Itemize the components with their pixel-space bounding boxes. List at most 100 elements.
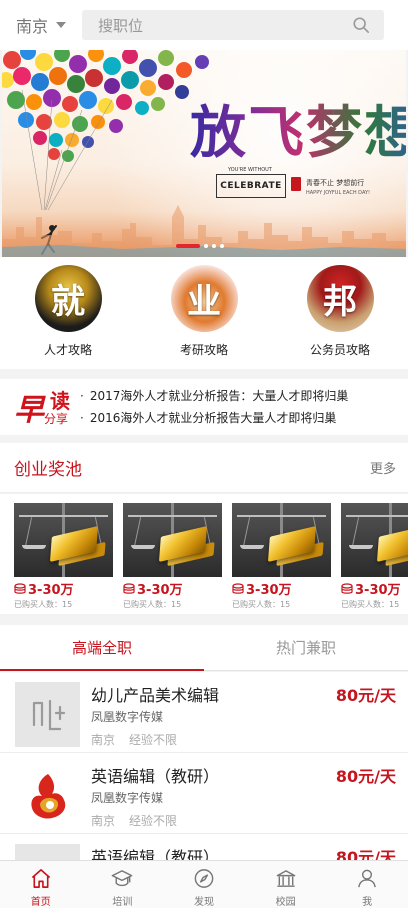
- nav-home[interactable]: 首页: [0, 861, 82, 908]
- banner-badge-top: YOU'RE WITHOUT: [228, 167, 272, 173]
- nav-label: 我: [362, 897, 373, 908]
- morning-read-logo: 早 读 分享: [0, 379, 76, 435]
- job-tabs: 高端全职 热门兼职: [0, 625, 408, 671]
- job-salary: 80元/天: [335, 767, 396, 786]
- compass-icon: [194, 869, 214, 888]
- banner-carousel[interactable]: 放飞梦想 YOU'RE WITHOUT CELEBRATE 青春不止 梦想前行 …: [2, 50, 406, 257]
- news-list: 2017海外人才就业分析报告：大量人才即将归巢 2016海外人才就业分析报告大量…: [76, 385, 349, 429]
- quick-nav-label: 人才攻略: [43, 343, 92, 357]
- search-box[interactable]: 搜职位: [82, 10, 384, 40]
- coin-stack-icon: [232, 582, 244, 594]
- nav-label: 校园: [275, 897, 296, 908]
- news-item[interactable]: 2016海外人才就业分析报告大量人才即将归巢: [80, 407, 348, 429]
- tab-parttime[interactable]: 热门兼职: [204, 625, 408, 670]
- school-building-icon: [276, 870, 295, 887]
- job-title: 英语编辑（教研）: [91, 767, 220, 786]
- quick-nav-talent-guide[interactable]: 就 人才攻略: [0, 257, 136, 369]
- gold-scale-image: [14, 503, 113, 577]
- pool-price: 3-30万: [232, 579, 331, 598]
- startup-pool-list[interactable]: 3-30万 已购买人数：15 3-30万 已购买人数：15 3-30万 已购买人数：15 3…: [0, 494, 408, 614]
- section-title: 创业奖池: [14, 460, 82, 480]
- company-logo: [15, 763, 80, 828]
- pool-track: 3-30万 已购买人数：15 3-30万 已购买人数：15 3-30万 已购买人数：15 3…: [0, 494, 408, 610]
- more-link[interactable]: 更多: [370, 458, 396, 477]
- job-salary: 80元/天: [335, 848, 396, 860]
- pool-card[interactable]: 3-30万已购买人数：15: [232, 503, 331, 610]
- carousel-dot[interactable]: [220, 244, 224, 248]
- pool-price-value: 3-30万: [28, 583, 74, 598]
- job-list: 幼儿产品美术编辑 80元/天 凤凰数字传媒 南京 经验不限 英语编辑（教研） 80…: [0, 672, 408, 860]
- pool-price-value: 3-30万: [137, 583, 183, 598]
- job-company: 凤凰数字传媒: [91, 791, 164, 805]
- quick-nav-postgrad-guide[interactable]: 业 考研攻略: [136, 257, 272, 369]
- job-title: 幼儿产品美术编辑: [91, 686, 220, 705]
- pool-buyers: 已购买人数：15: [232, 600, 291, 609]
- tab-fulltime[interactable]: 高端全职: [0, 625, 204, 671]
- postgrad-guide-glyph: 业: [187, 282, 221, 322]
- talent-guide-glyph: 就: [51, 282, 85, 322]
- phoenix-logo-icon: [30, 773, 65, 819]
- news-item[interactable]: 2017海外人才就业分析报告：大量人才即将归巢: [80, 385, 349, 407]
- job-item[interactable]: 幼儿产品美术编辑 80元/天 凤凰数字传媒 南京 经验不限: [0, 672, 408, 753]
- civil-service-guide-icon: 邦: [306, 265, 374, 332]
- carousel-dot[interactable]: [212, 244, 216, 248]
- graduation-cap-icon: [112, 870, 133, 887]
- job-meta: 南京 经验不限: [91, 731, 177, 748]
- job-meta: 南京 经验不限: [91, 812, 177, 829]
- company-logo-mark-icon: [32, 699, 65, 730]
- pool-card[interactable]: 3-30万已购买人数：15: [14, 503, 113, 610]
- top-header: 南京 搜职位: [0, 0, 408, 50]
- carousel-dot-active[interactable]: [176, 244, 200, 248]
- logo-char-zao: 早: [14, 393, 44, 428]
- pool-buyers: 已购买人数：15: [14, 600, 73, 609]
- caret-down-icon: [56, 22, 67, 28]
- pool-price-value: 3-30万: [246, 583, 292, 598]
- nav-label: 培训: [112, 897, 133, 908]
- quick-nav-civil-service-guide[interactable]: 邦 公务员攻略: [272, 257, 408, 369]
- job-city: 南京: [91, 814, 116, 828]
- civil-service-guide-glyph: 邦: [323, 282, 357, 322]
- nav-discover[interactable]: 发现: [163, 861, 245, 908]
- bottom-nav: 首页 培训 发现 校园 我: [0, 860, 408, 908]
- pool-price-value: 3-30万: [355, 583, 401, 598]
- company-logo: [15, 682, 80, 747]
- job-salary: 80元/天: [335, 686, 396, 705]
- job-company: 凤凰数字传媒: [91, 710, 164, 724]
- nav-label: 首页: [30, 897, 51, 908]
- job-experience: 经验不限: [129, 733, 178, 747]
- banner-title: 放飞梦想: [190, 88, 406, 169]
- nav-training[interactable]: 培训: [82, 861, 164, 908]
- coin-stack-icon: [14, 582, 26, 594]
- job-title: 英语编辑（教研）: [91, 848, 220, 860]
- pool-buyers: 已购买人数：15: [341, 600, 400, 609]
- morning-read-news: 早 读 分享 2017海外人才就业分析报告：大量人才即将归巢 2016海外人才就…: [0, 379, 408, 435]
- startup-pool-header: 创业奖池 更多: [0, 443, 408, 493]
- nav-me[interactable]: 我: [326, 861, 408, 908]
- carousel-indicator: [176, 244, 224, 248]
- pool-price: 3-30万: [14, 579, 113, 598]
- postgrad-guide-icon: 业: [170, 265, 238, 332]
- search-icon[interactable]: [352, 16, 370, 34]
- carousel-dot[interactable]: [204, 244, 208, 248]
- job-city: 南京: [91, 733, 116, 747]
- user-icon: [358, 869, 377, 888]
- job-experience: 经验不限: [129, 814, 178, 828]
- gold-scale-image: [123, 503, 222, 577]
- job-item[interactable]: 英语编辑（教研） 80元/天: [0, 834, 408, 860]
- talent-guide-icon: 就: [34, 265, 102, 332]
- pool-buyers: 已购买人数：15: [123, 600, 182, 609]
- home-icon: [31, 869, 50, 888]
- job-item[interactable]: 英语编辑（教研） 80元/天 凤凰数字传媒 南京 经验不限: [0, 753, 408, 834]
- nav-campus[interactable]: 校园: [245, 861, 327, 908]
- quick-nav-label: 公务员攻略: [309, 343, 370, 357]
- quick-nav-label: 考研攻略: [179, 343, 228, 357]
- gold-scale-image: [341, 503, 408, 577]
- search-placeholder: 搜职位: [98, 16, 144, 35]
- city-selector[interactable]: 南京: [16, 13, 78, 37]
- pool-card[interactable]: 3-30万已购买人数：15: [123, 503, 222, 610]
- company-logo: [15, 844, 80, 860]
- nav-label: 发现: [193, 897, 214, 908]
- pool-card[interactable]: 3-30万已购买人数：15: [341, 503, 408, 610]
- coin-stack-icon: [123, 582, 135, 594]
- gold-scale-image: [232, 503, 331, 577]
